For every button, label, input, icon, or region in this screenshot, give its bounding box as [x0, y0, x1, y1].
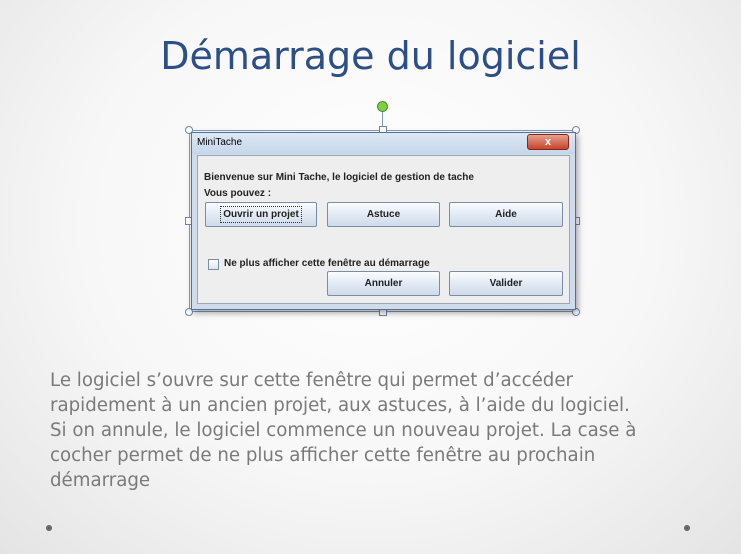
- welcome-text: Bienvenue sur Mini Tache, le logiciel de…: [204, 172, 474, 183]
- open-project-button[interactable]: Ouvrir un projet: [205, 202, 317, 227]
- slide-body-text: Le logiciel s’ouvre sur cette fenêtre qu…: [50, 368, 720, 493]
- dialog-client-area: Bienvenue sur Mini Tache, le logiciel de…: [197, 155, 570, 304]
- page-title: Démarrage du logiciel: [160, 34, 581, 78]
- close-icon: x: [544, 136, 552, 148]
- dont-show-again-checkbox[interactable]: [208, 259, 219, 270]
- help-button[interactable]: Aide: [449, 202, 563, 227]
- options-label: Vous pouvez :: [204, 188, 272, 199]
- dont-show-again-label: Ne plus afficher cette fenêtre au démarr…: [224, 258, 430, 269]
- rotation-handle-icon[interactable]: [377, 101, 388, 112]
- validate-button[interactable]: Valider: [449, 271, 563, 296]
- slide-corner-dot-right: [684, 525, 690, 531]
- body-line: Le logiciel s’ouvre sur cette fenêtre qu…: [50, 370, 574, 391]
- tips-label: Astuce: [366, 209, 401, 220]
- validate-label: Valider: [489, 278, 523, 289]
- dialog-title: MiniTache: [197, 137, 243, 148]
- cancel-label: Annuler: [364, 278, 403, 289]
- minitache-dialog: MiniTache x Bienvenue sur Mini Tache, le…: [191, 132, 576, 310]
- slide-corner-dot-left: [46, 525, 52, 531]
- dialog-titlebar[interactable]: MiniTache x: [192, 133, 575, 154]
- tips-button[interactable]: Astuce: [327, 202, 440, 227]
- cancel-button[interactable]: Annuler: [327, 271, 440, 296]
- help-label: Aide: [495, 209, 517, 220]
- body-line: Si on annule, le logiciel commence un no…: [50, 420, 637, 441]
- body-line: cocher permet de ne plus afficher cette …: [50, 445, 596, 466]
- body-line: démarrage: [50, 470, 151, 491]
- close-button[interactable]: x: [527, 134, 569, 150]
- body-line: rapidement à un ancien projet, aux astuc…: [50, 395, 630, 416]
- open-project-label: Ouvrir un projet: [220, 206, 302, 223]
